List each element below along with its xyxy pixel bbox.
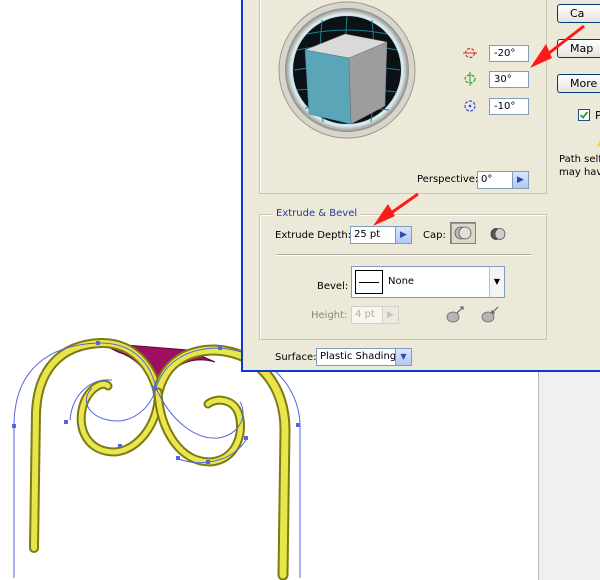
rotation-track-cube[interactable] [277, 0, 417, 140]
height-label: Height: [311, 310, 348, 321]
extrude-depth-label: Extrude Depth: [275, 230, 352, 241]
chevron-right-icon[interactable]: ▶ [383, 306, 399, 324]
bevel-label: Bevel: [317, 281, 349, 292]
3d-extrude-bevel-dialog: -20° 30° -10° Perspective: 0° ▶ Extrude … [241, 0, 600, 372]
chevron-down-icon[interactable]: ▼ [395, 349, 411, 365]
bevel-value: None [388, 276, 415, 287]
cube-front-face [304, 49, 352, 125]
surface-select[interactable]: Plastic Shading ▼ [316, 348, 412, 366]
preview-checkbox[interactable] [578, 109, 590, 121]
cap-on-button[interactable] [450, 222, 476, 244]
cap-off-icon [490, 228, 506, 240]
chevron-right-icon[interactable]: ▶ [396, 226, 412, 244]
height-value[interactable]: 4 pt [351, 306, 383, 324]
warning-line-1: Path self-i [559, 154, 600, 165]
cancel-button[interactable]: Ca [557, 4, 600, 23]
y-axis-rotate-icon [464, 72, 476, 86]
map-art-button[interactable]: Map [557, 39, 600, 58]
x-rotation-field[interactable]: -20° [489, 45, 529, 62]
chevron-down-icon[interactable]: ▼ [489, 267, 504, 297]
z-axis-rotate-icon [464, 100, 476, 112]
perspective-combo[interactable]: 0° ▶ [477, 171, 529, 189]
height-combo[interactable]: 4 pt ▶ [351, 306, 399, 324]
preview-label: P [595, 109, 600, 122]
extrude-depth-value[interactable]: 25 pt [350, 226, 396, 244]
cap-off-button[interactable] [487, 224, 509, 244]
extrude-bevel-legend: Extrude & Bevel [273, 208, 361, 219]
bevel-extent-in-icon[interactable] [479, 305, 501, 325]
cap-on-icon [454, 226, 472, 240]
more-options-button[interactable]: More [557, 74, 600, 93]
warning-line-2: may have [559, 167, 600, 178]
bevel-select[interactable]: None ▼ [351, 266, 505, 298]
z-rotation-field[interactable]: -10° [489, 98, 529, 115]
perspective-value[interactable]: 0° [477, 171, 513, 189]
cap-label: Cap: [423, 230, 446, 241]
bevel-preview-swatch [355, 270, 383, 294]
checkmark-icon [579, 111, 589, 119]
extrude-bevel-separator [277, 254, 531, 256]
y-rotation-field[interactable]: 30° [489, 71, 529, 88]
perspective-label: Perspective: [417, 174, 479, 185]
surface-label: Surface: [275, 352, 317, 363]
extrude-depth-combo[interactable]: 25 pt ▶ [350, 226, 412, 244]
bevel-extent-out-icon[interactable] [444, 305, 466, 325]
surface-value: Plastic Shading [320, 351, 397, 362]
x-axis-rotate-icon [463, 47, 477, 59]
chevron-right-icon[interactable]: ▶ [513, 171, 529, 189]
